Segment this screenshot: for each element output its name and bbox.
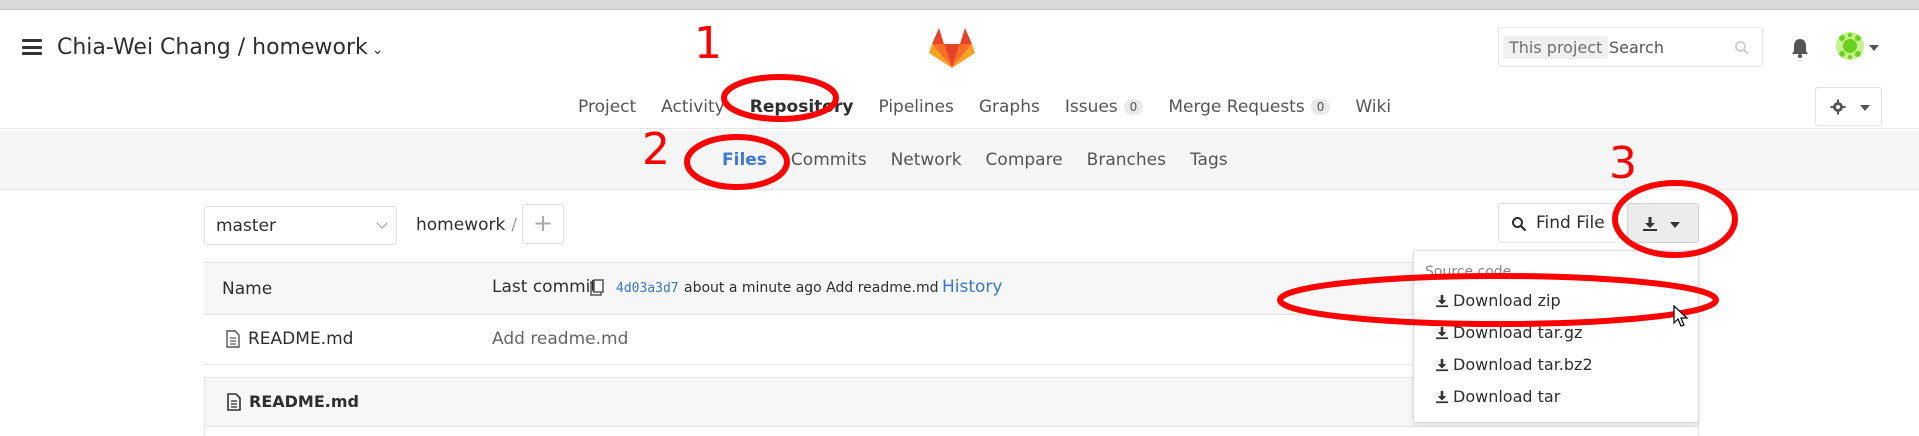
annotation-step-2: 2	[642, 124, 670, 175]
file-name-link[interactable]: README.md	[248, 329, 353, 349]
top-header: Chia-Wei Chang / homework ⌄ This project …	[0, 10, 1919, 137]
download-targz-label: Download tar.gz	[1453, 323, 1583, 342]
subnav-compare[interactable]: Compare	[986, 150, 1063, 170]
avatar[interactable]	[1836, 32, 1864, 60]
project-title-text: Chia-Wei Chang / homework	[57, 35, 368, 60]
download-icon	[1435, 294, 1449, 308]
project-nav: Project Activity Repository Pipelines Gr…	[578, 95, 1416, 125]
nav-repository-label: Repository	[749, 97, 854, 117]
merge-requests-count-badge: 0	[1310, 99, 1331, 115]
download-icon	[1643, 217, 1657, 231]
download-tar-item[interactable]: Download tar	[1414, 382, 1698, 414]
nav-graphs[interactable]: Graphs	[979, 95, 1040, 119]
download-tarbz2-label: Download tar.bz2	[1453, 355, 1593, 374]
download-zip-label: Download zip	[1453, 291, 1561, 310]
subnav-files[interactable]: Files	[722, 150, 767, 170]
file-icon	[226, 330, 240, 348]
download-dropdown-button[interactable]	[1627, 203, 1699, 243]
breadcrumb: homework /	[416, 215, 517, 235]
search-icon	[1735, 41, 1749, 55]
last-commit-label: Last commit	[492, 277, 598, 297]
annotation-step-1: 1	[694, 18, 722, 69]
breadcrumb-root[interactable]: homework	[416, 215, 505, 235]
readme-body	[204, 427, 1699, 436]
nav-wiki-label: Wiki	[1355, 97, 1392, 117]
add-file-button[interactable]: +	[522, 204, 564, 244]
download-icon	[1435, 390, 1449, 404]
branch-select[interactable]: master	[204, 206, 397, 245]
search-placeholder: Search	[1609, 38, 1664, 57]
annotation-step-3: 3	[1609, 138, 1637, 189]
nav-pipelines[interactable]: Pipelines	[878, 95, 953, 119]
chevron-down-icon: ⌄	[371, 42, 384, 58]
download-tarbz2-item[interactable]: Download tar.bz2	[1414, 350, 1698, 382]
nav-graphs-label: Graphs	[978, 97, 1040, 117]
commit-sha-link[interactable]: 4d03a3d7	[616, 281, 679, 296]
nav-merge-requests[interactable]: Merge Requests 0	[1168, 95, 1331, 119]
readme-title: README.md	[249, 392, 359, 411]
hamburger-icon[interactable]	[22, 39, 42, 55]
nav-merge-requests-label: Merge Requests	[1168, 97, 1305, 117]
caret-down-icon	[1670, 222, 1680, 228]
settings-dropdown-button[interactable]	[1815, 87, 1882, 126]
find-file-label: Find File	[1536, 213, 1605, 233]
file-commit-message[interactable]: Add readme.md	[492, 329, 628, 349]
download-icon	[1435, 358, 1449, 372]
nav-issues-label: Issues	[1064, 97, 1118, 117]
nav-activity[interactable]: Activity	[661, 95, 725, 119]
download-zip-item[interactable]: Download zip	[1414, 286, 1698, 318]
history-link[interactable]: History	[942, 277, 1002, 297]
search-icon	[1512, 217, 1527, 232]
nav-wiki[interactable]: Wiki	[1355, 95, 1391, 119]
gitlab-logo[interactable]	[928, 24, 976, 70]
nav-repository[interactable]: Repository	[750, 95, 854, 119]
window-top-frame	[0, 0, 1919, 10]
subnav-network[interactable]: Network	[891, 150, 962, 170]
find-file-button[interactable]: Find File	[1498, 203, 1616, 243]
subnav-commits[interactable]: Commits	[791, 150, 867, 170]
nav-project-label: Project	[578, 97, 637, 117]
file-icon	[227, 393, 241, 411]
clipboard-icon[interactable]	[589, 279, 605, 297]
dropdown-header: Source code	[1425, 264, 1512, 280]
gear-icon	[1830, 99, 1846, 115]
avatar-caret-icon[interactable]	[1869, 45, 1879, 51]
issues-count-badge: 0	[1123, 99, 1144, 115]
subnav-branches[interactable]: Branches	[1087, 150, 1166, 170]
search-input[interactable]: This project Search	[1498, 27, 1763, 67]
nav-project[interactable]: Project	[578, 95, 636, 119]
download-dropdown-menu: Source code Download zip Download tar.gz…	[1413, 250, 1699, 423]
search-scope-badge: This project	[1503, 36, 1609, 59]
subnav-tags[interactable]: Tags	[1190, 150, 1228, 170]
download-targz-item[interactable]: Download tar.gz	[1414, 318, 1698, 350]
download-tar-label: Download tar	[1453, 387, 1561, 406]
cursor-icon	[1673, 305, 1689, 327]
branch-select-value: master	[216, 216, 276, 236]
breadcrumb-separator: /	[511, 215, 518, 235]
chevron-down-icon	[376, 217, 388, 229]
nav-pipelines-label: Pipelines	[878, 97, 954, 117]
download-icon	[1435, 326, 1449, 340]
nav-issues[interactable]: Issues 0	[1064, 95, 1144, 119]
bell-icon[interactable]	[1789, 37, 1811, 59]
nav-activity-label: Activity	[661, 97, 725, 117]
caret-down-icon	[1860, 105, 1870, 111]
name-column-header: Name	[222, 279, 273, 299]
commit-time-message: about a minute ago Add readme.md	[684, 280, 939, 296]
project-title[interactable]: Chia-Wei Chang / homework ⌄	[57, 35, 383, 60]
